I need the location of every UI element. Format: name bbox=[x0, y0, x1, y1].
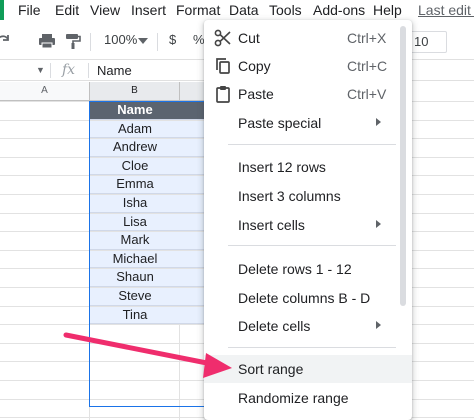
menu-item-insert-columns[interactable]: Insert 3 columns bbox=[204, 182, 412, 210]
menu-item-label: Paste special bbox=[238, 115, 322, 131]
percent-format-button[interactable]: % bbox=[193, 32, 205, 47]
cell-c[interactable] bbox=[180, 305, 206, 325]
toolbar-separator bbox=[90, 33, 91, 51]
menu-item-label: Insert cells bbox=[238, 217, 305, 233]
column-header-b[interactable]: B bbox=[90, 82, 180, 101]
menu-item-label: Randomize range bbox=[238, 390, 349, 406]
fx-icon: fx bbox=[62, 62, 76, 78]
cell-c[interactable] bbox=[180, 175, 206, 194]
cell-name[interactable]: Andrew bbox=[90, 138, 180, 157]
menu-item-label: Delete rows 1 - 12 bbox=[238, 261, 352, 277]
cell-c[interactable] bbox=[180, 287, 206, 306]
font-size-value: 10 bbox=[414, 34, 429, 49]
cell-c[interactable] bbox=[180, 268, 206, 287]
cell-c[interactable] bbox=[180, 156, 206, 176]
cell-name[interactable]: Shaun bbox=[90, 268, 180, 287]
menu-addons[interactable]: Add-ons bbox=[313, 2, 365, 18]
cell-c[interactable] bbox=[180, 231, 206, 250]
menu-file[interactable]: File bbox=[18, 2, 41, 18]
menu-item-label: Copy bbox=[238, 58, 271, 74]
menu-help[interactable]: Help bbox=[373, 2, 402, 18]
menu-item-delete-cells[interactable]: Delete cells bbox=[204, 312, 412, 340]
cell-name[interactable]: Michael bbox=[90, 249, 180, 269]
menu-item-label: Delete columns B - D bbox=[238, 290, 371, 306]
menu-tools[interactable]: Tools bbox=[269, 2, 302, 18]
menu-insert[interactable]: Insert bbox=[131, 2, 166, 18]
cell-c[interactable] bbox=[180, 138, 206, 157]
menu-scrollbar[interactable] bbox=[400, 26, 406, 306]
menu-bar: File Edit View Insert Format Data Tools … bbox=[0, 0, 474, 22]
sheets-logo-edge bbox=[0, 0, 4, 20]
formula-separator bbox=[50, 63, 51, 78]
menu-item-randomize-range[interactable]: Randomize range bbox=[204, 384, 412, 412]
formula-separator bbox=[88, 63, 89, 78]
menu-item-cut[interactable]: Cut Ctrl+X bbox=[204, 24, 412, 52]
menu-format[interactable]: Format bbox=[176, 2, 220, 18]
submenu-arrow-icon bbox=[376, 321, 381, 329]
menu-item-paste-special[interactable]: Paste special bbox=[204, 109, 412, 137]
cell-name[interactable]: Emma bbox=[90, 175, 180, 194]
menu-item-label: Cut bbox=[238, 30, 260, 46]
menu-item-delete-rows[interactable]: Delete rows 1 - 12 bbox=[204, 255, 412, 283]
cell-c[interactable] bbox=[180, 119, 206, 139]
name-box-dropdown-icon[interactable]: ▼ bbox=[36, 65, 45, 75]
formula-input[interactable]: Name bbox=[97, 63, 132, 78]
paint-format-icon[interactable] bbox=[64, 32, 82, 50]
column-header-a[interactable]: A bbox=[0, 82, 90, 101]
toolbar-separator bbox=[157, 33, 158, 51]
menu-separator bbox=[228, 245, 396, 246]
redo-icon[interactable] bbox=[0, 32, 12, 50]
menu-item-label: Delete cells bbox=[238, 318, 311, 334]
menu-item-shortcut: Ctrl+X bbox=[347, 30, 387, 46]
cell-name[interactable]: Adam bbox=[90, 119, 180, 139]
menu-item-paste[interactable]: Paste Ctrl+V bbox=[204, 80, 412, 108]
cell-c[interactable] bbox=[180, 249, 206, 269]
menu-data[interactable]: Data bbox=[229, 2, 259, 18]
menu-item-delete-columns[interactable]: Delete columns B - D bbox=[204, 284, 412, 312]
menu-item-insert-cells[interactable]: Insert cells bbox=[204, 211, 412, 239]
header-cell-name[interactable]: Name bbox=[90, 101, 180, 120]
menu-separator bbox=[228, 347, 396, 348]
menu-item-sort-range[interactable]: Sort range bbox=[204, 355, 412, 383]
currency-format-button[interactable]: $ bbox=[169, 32, 176, 47]
submenu-arrow-icon bbox=[376, 220, 381, 228]
zoom-select[interactable]: 100% bbox=[104, 32, 137, 47]
zoom-dropdown-icon[interactable] bbox=[138, 37, 148, 45]
cell-name[interactable]: Steve bbox=[90, 287, 180, 306]
cell-name[interactable]: Isha bbox=[90, 194, 180, 213]
menu-item-copy[interactable]: Copy Ctrl+C bbox=[204, 52, 412, 80]
cell-c[interactable] bbox=[180, 212, 206, 232]
last-edit-link[interactable]: Last edit w bbox=[418, 2, 474, 18]
print-icon[interactable] bbox=[38, 32, 56, 50]
menu-item-shortcut: Ctrl+V bbox=[347, 86, 387, 102]
menu-item-insert-rows[interactable]: Insert 12 rows bbox=[204, 153, 412, 181]
cell-name[interactable]: Tina bbox=[90, 305, 180, 325]
clipboard-icon bbox=[216, 86, 230, 103]
copy-icon bbox=[216, 58, 230, 74]
menu-item-label: Insert 3 columns bbox=[238, 188, 341, 204]
menu-item-shortcut: Ctrl+C bbox=[347, 58, 388, 74]
menu-item-label: Insert 12 rows bbox=[238, 159, 326, 175]
submenu-arrow-icon bbox=[376, 118, 381, 126]
context-menu: Cut Ctrl+X Copy Ctrl+C Paste Ctrl+V Past… bbox=[204, 20, 412, 420]
cell-c[interactable] bbox=[180, 101, 206, 120]
cell-c[interactable] bbox=[180, 194, 206, 213]
menu-view[interactable]: View bbox=[90, 2, 120, 18]
cell-name[interactable]: Lisa bbox=[90, 212, 180, 232]
menu-item-label: Paste bbox=[238, 86, 274, 102]
cell-name[interactable]: Cloe bbox=[90, 156, 180, 176]
cell-name[interactable]: Mark bbox=[90, 231, 180, 250]
menu-item-label: Sort range bbox=[238, 361, 304, 377]
menu-edit[interactable]: Edit bbox=[55, 2, 79, 18]
scissors-icon bbox=[214, 29, 231, 47]
menu-separator bbox=[228, 144, 396, 145]
